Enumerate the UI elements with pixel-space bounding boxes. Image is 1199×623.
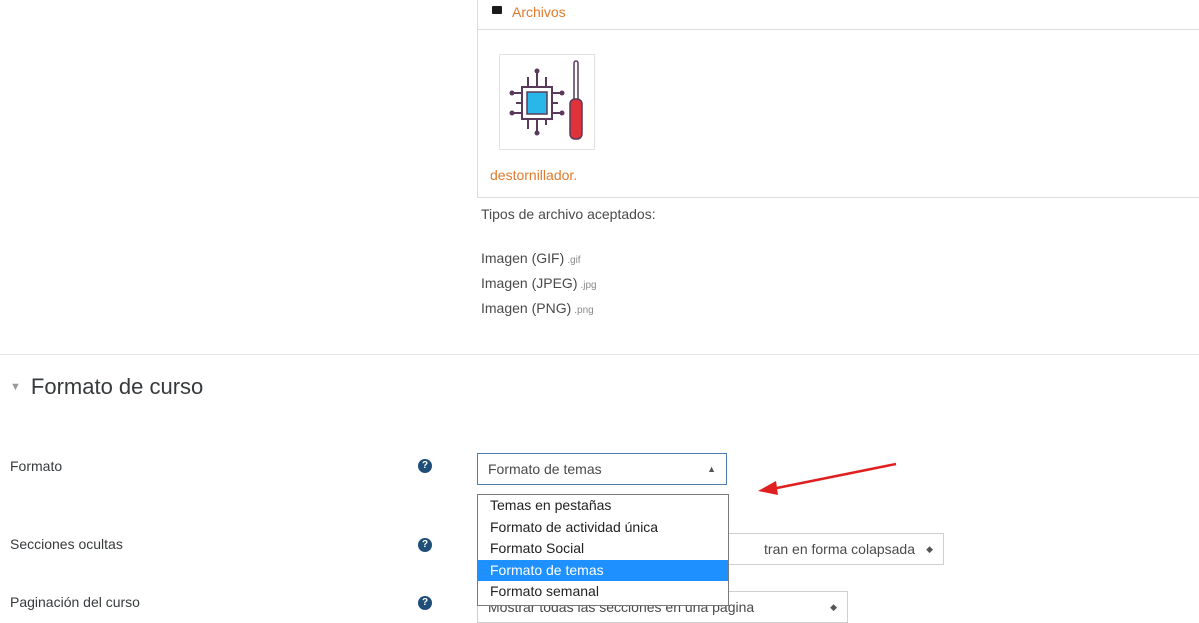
help-icon[interactable]: ?	[418, 596, 432, 610]
filemanager-path-bar	[477, 0, 1199, 30]
formato-select-value: Formato de temas	[488, 461, 602, 477]
dropdown-option-selected[interactable]: Formato de temas	[478, 559, 728, 582]
type-name: Imagen (GIF)	[481, 250, 565, 266]
accepted-type-item: Imagen (GIF) .gif	[481, 250, 581, 266]
select-caret-icon: ◆	[926, 544, 933, 554]
label-secciones-ocultas: Secciones ocultas	[10, 536, 123, 552]
help-icon[interactable]: ?	[418, 459, 432, 473]
file-name-link[interactable]: destornillador.	[490, 167, 577, 183]
label-formato: Formato	[10, 458, 63, 474]
type-name: Imagen (PNG)	[481, 300, 572, 316]
type-name: Imagen (JPEG)	[481, 275, 578, 291]
select-caret-icon: ◆	[830, 602, 837, 612]
type-ext: .jpg	[580, 280, 597, 291]
label-paginacion: Paginación del curso	[10, 594, 140, 610]
dropdown-option[interactable]: Formato de actividad única	[478, 517, 728, 539]
annotation-arrow-icon	[758, 462, 897, 495]
formato-dropdown-list: Temas en pestañas Formato de actividad ú…	[477, 494, 729, 606]
folder-link[interactable]: Archivos	[512, 4, 566, 20]
accepted-type-item: Imagen (PNG) .png	[481, 300, 594, 316]
secciones-select-value: tran en forma colapsada	[764, 541, 915, 557]
formato-select[interactable]: Formato de temas ▲	[477, 453, 727, 485]
dropdown-option[interactable]: Temas en pestañas	[478, 495, 728, 517]
dropdown-option[interactable]: Formato Social	[478, 538, 728, 560]
type-ext: .gif	[567, 255, 581, 266]
select-caret-icon: ▲	[707, 464, 716, 474]
file-thumbnail[interactable]	[499, 54, 595, 150]
accepted-type-item: Imagen (JPEG) .jpg	[481, 275, 597, 291]
help-icon[interactable]: ?	[418, 538, 432, 552]
section-header-course-format[interactable]: ▼ Formato de curso	[10, 374, 203, 400]
type-ext: .png	[574, 305, 594, 316]
accepted-types-title: Tipos de archivo aceptados:	[481, 206, 656, 222]
section-title: Formato de curso	[30, 374, 204, 399]
section-divider	[0, 354, 1199, 355]
dropdown-option[interactable]: Formato semanal	[478, 581, 728, 603]
chip-screwdriver-icon	[509, 60, 583, 140]
chevron-down-icon: ▼	[10, 381, 21, 393]
folder-icon	[492, 6, 502, 14]
